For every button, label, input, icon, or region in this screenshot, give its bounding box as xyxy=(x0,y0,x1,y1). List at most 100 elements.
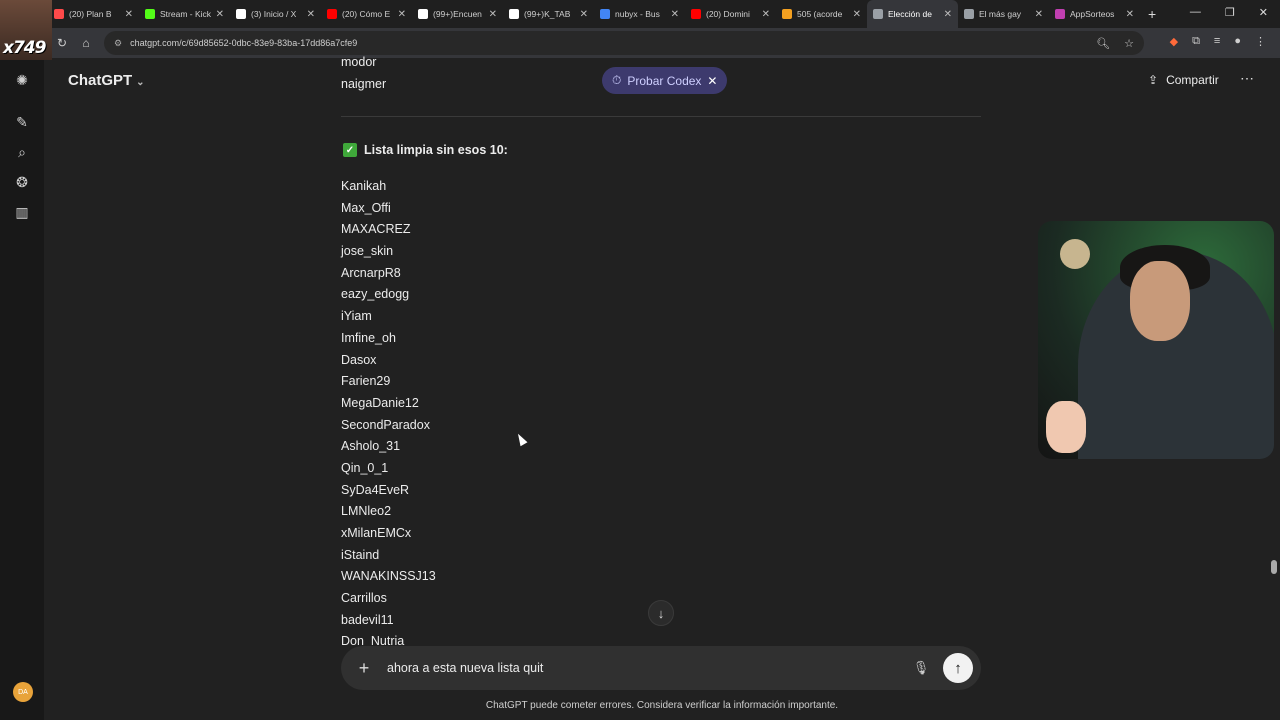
browser-menu-icon[interactable]: ⋮ xyxy=(1255,35,1266,48)
browser-tab[interactable]: (20) Domini ✕ xyxy=(685,0,776,28)
tab-favicon-icon xyxy=(509,9,519,19)
tab-label: (99+)K_TAB xyxy=(524,9,571,19)
scroll-to-bottom-button[interactable]: ↓ xyxy=(648,600,674,626)
openai-logo-icon[interactable]: ✺ xyxy=(0,65,44,95)
list-item: MegaDanie12 xyxy=(341,395,419,410)
new-tab-icon[interactable]: + xyxy=(1148,6,1156,22)
browser-tab[interactable]: (99+)K_TAB ✕ xyxy=(503,0,594,28)
previous-list-tail: modor naigmer xyxy=(341,52,981,95)
sidebar-rail: ✺ ✎ ⌕ ❂ ▥ DA xyxy=(0,58,44,720)
list-item: ArcnarpR8 xyxy=(341,265,401,280)
browser-tab[interactable]: nubyx - Bus ✕ xyxy=(594,0,685,28)
share-label: Compartir xyxy=(1166,73,1219,87)
tab-close-icon[interactable]: ✕ xyxy=(944,9,952,20)
tab-label: nubyx - Bus xyxy=(615,9,660,19)
tab-favicon-icon xyxy=(691,9,701,19)
list-item: Asholo_31 xyxy=(341,439,401,454)
zoom-icon[interactable]: 🔍︎ xyxy=(1096,37,1110,50)
list-item: MAXACREZ xyxy=(341,222,411,237)
tab-label: (20) Domini xyxy=(706,9,750,19)
tab-favicon-icon xyxy=(782,9,792,19)
list-item: jose_skin xyxy=(341,244,394,259)
browser-tab[interactable]: Stream - Kick ✕ xyxy=(139,0,230,28)
reload-icon[interactable]: ↻ xyxy=(50,36,74,50)
list-item: Dasox xyxy=(341,352,377,367)
list-item: Qin_0_1 xyxy=(341,460,389,475)
new-chat-icon[interactable]: ✎ xyxy=(0,107,44,137)
add-attachment-icon[interactable]: + xyxy=(341,658,387,679)
extensions-puzzle-icon[interactable]: ⧉ xyxy=(1192,35,1200,48)
app-title: ChatGPT xyxy=(68,72,133,89)
webcam-mascot xyxy=(1046,401,1086,453)
tab-label: (3) Inicio / X xyxy=(251,9,297,19)
list-item: SecondParadox xyxy=(341,417,430,432)
section-heading: ✓ Lista limpia sin esos 10: xyxy=(343,143,508,157)
tab-favicon-icon xyxy=(418,9,428,19)
send-button[interactable]: ↑ xyxy=(943,653,973,683)
bookmark-star-icon[interactable]: ☆ xyxy=(1124,37,1134,50)
chevron-down-icon: ⌄ xyxy=(136,77,145,88)
restore-icon[interactable]: ❐ xyxy=(1225,6,1235,19)
browser-tab[interactable]: AppSorteos ✕ xyxy=(1049,0,1140,28)
list-item: LMNleo2 xyxy=(341,504,392,519)
message-input[interactable]: ahora a esta nueva lista quit xyxy=(387,661,907,675)
browser-tab[interactable]: 505 (acorde ✕ xyxy=(776,0,867,28)
check-mark-icon: ✓ xyxy=(343,143,357,157)
tab-close-icon[interactable]: ✕ xyxy=(489,9,497,20)
list-item: xMilanEMCx xyxy=(341,526,412,540)
tab-close-icon[interactable]: ✕ xyxy=(671,9,679,20)
home-icon[interactable]: ⌂ xyxy=(74,36,98,50)
browser-tab[interactable]: Elección de ✕ xyxy=(867,0,958,28)
tab-close-icon[interactable]: ✕ xyxy=(307,9,315,20)
list-item: modor xyxy=(341,55,377,69)
tab-favicon-icon xyxy=(54,9,64,19)
tab-close-icon[interactable]: ✕ xyxy=(1035,9,1043,20)
browser-tab-bar: (20) Plan B ✕ Stream - Kick ✕ (3) Inicio / X… xyxy=(0,0,1280,28)
tab-favicon-icon xyxy=(1055,9,1065,19)
tab-favicon-icon xyxy=(145,9,155,19)
more-options-icon[interactable]: ⋯ xyxy=(1240,70,1254,87)
microphone-icon[interactable]: 🎙︎ xyxy=(907,660,935,676)
tab-close-icon[interactable]: ✕ xyxy=(853,9,861,20)
streamer-overlay-avatar: x749 xyxy=(0,0,52,60)
library-icon[interactable]: ▥ xyxy=(0,197,44,227)
search-icon[interactable]: ⌕ xyxy=(0,137,44,167)
profile-icon[interactable]: ● xyxy=(1234,35,1241,48)
tab-close-icon[interactable]: ✕ xyxy=(398,9,406,20)
tab-favicon-icon xyxy=(600,9,610,19)
tab-favicon-icon xyxy=(236,9,246,19)
list-item: iStaind xyxy=(341,547,380,562)
tab-label: 505 (acorde xyxy=(797,9,843,19)
browser-tab[interactable]: El más gay ✕ xyxy=(958,0,1049,28)
gpts-icon[interactable]: ❂ xyxy=(0,167,44,197)
browser-tab[interactable]: (3) Inicio / X ✕ xyxy=(230,0,321,28)
share-button[interactable]: ⇪ Compartir xyxy=(1148,73,1219,87)
model-selector[interactable]: ChatGPT ⌄ xyxy=(68,72,145,89)
disclaimer-footer: ChatGPT puede cometer errores. Considera… xyxy=(485,700,839,711)
media-control-icon[interactable]: ≡ xyxy=(1214,35,1220,48)
tab-favicon-icon xyxy=(873,9,883,19)
list-item: Kanikah xyxy=(341,179,387,193)
list-item: Max_Offi xyxy=(341,200,391,215)
browser-tab[interactable]: (20) Cómo E ✕ xyxy=(321,0,412,28)
list-item: Farien29 xyxy=(341,374,391,389)
url-text: chatgpt.com/c/69d85652-0dbc-83e9-83ba-17… xyxy=(130,38,358,48)
tab-close-icon[interactable]: ✕ xyxy=(216,9,224,20)
tab-close-icon[interactable]: ✕ xyxy=(762,9,770,20)
browser-tab[interactable]: (20) Plan B ✕ xyxy=(48,0,139,28)
user-avatar[interactable]: DA xyxy=(13,682,33,702)
tab-label: El más gay xyxy=(979,9,1022,19)
minimize-icon[interactable]: — xyxy=(1190,6,1201,19)
list-item: Carrillos xyxy=(341,591,387,606)
close-window-icon[interactable]: ✕ xyxy=(1259,6,1268,19)
page-scrollbar[interactable] xyxy=(1271,560,1277,574)
tab-close-icon[interactable]: ✕ xyxy=(1126,9,1134,20)
tab-close-icon[interactable]: ✕ xyxy=(580,9,588,20)
browser-tab[interactable]: (99+)Encuen ✕ xyxy=(412,0,503,28)
tab-close-icon[interactable]: ✕ xyxy=(125,9,133,20)
tab-label: (20) Plan B xyxy=(69,9,112,19)
tab-label: (20) Cómo E xyxy=(342,9,391,19)
extension-icon[interactable]: ◆ xyxy=(1170,35,1178,48)
stream-overlay-text: x749 xyxy=(3,38,46,58)
site-info-icon[interactable]: ⚙ xyxy=(114,38,122,49)
